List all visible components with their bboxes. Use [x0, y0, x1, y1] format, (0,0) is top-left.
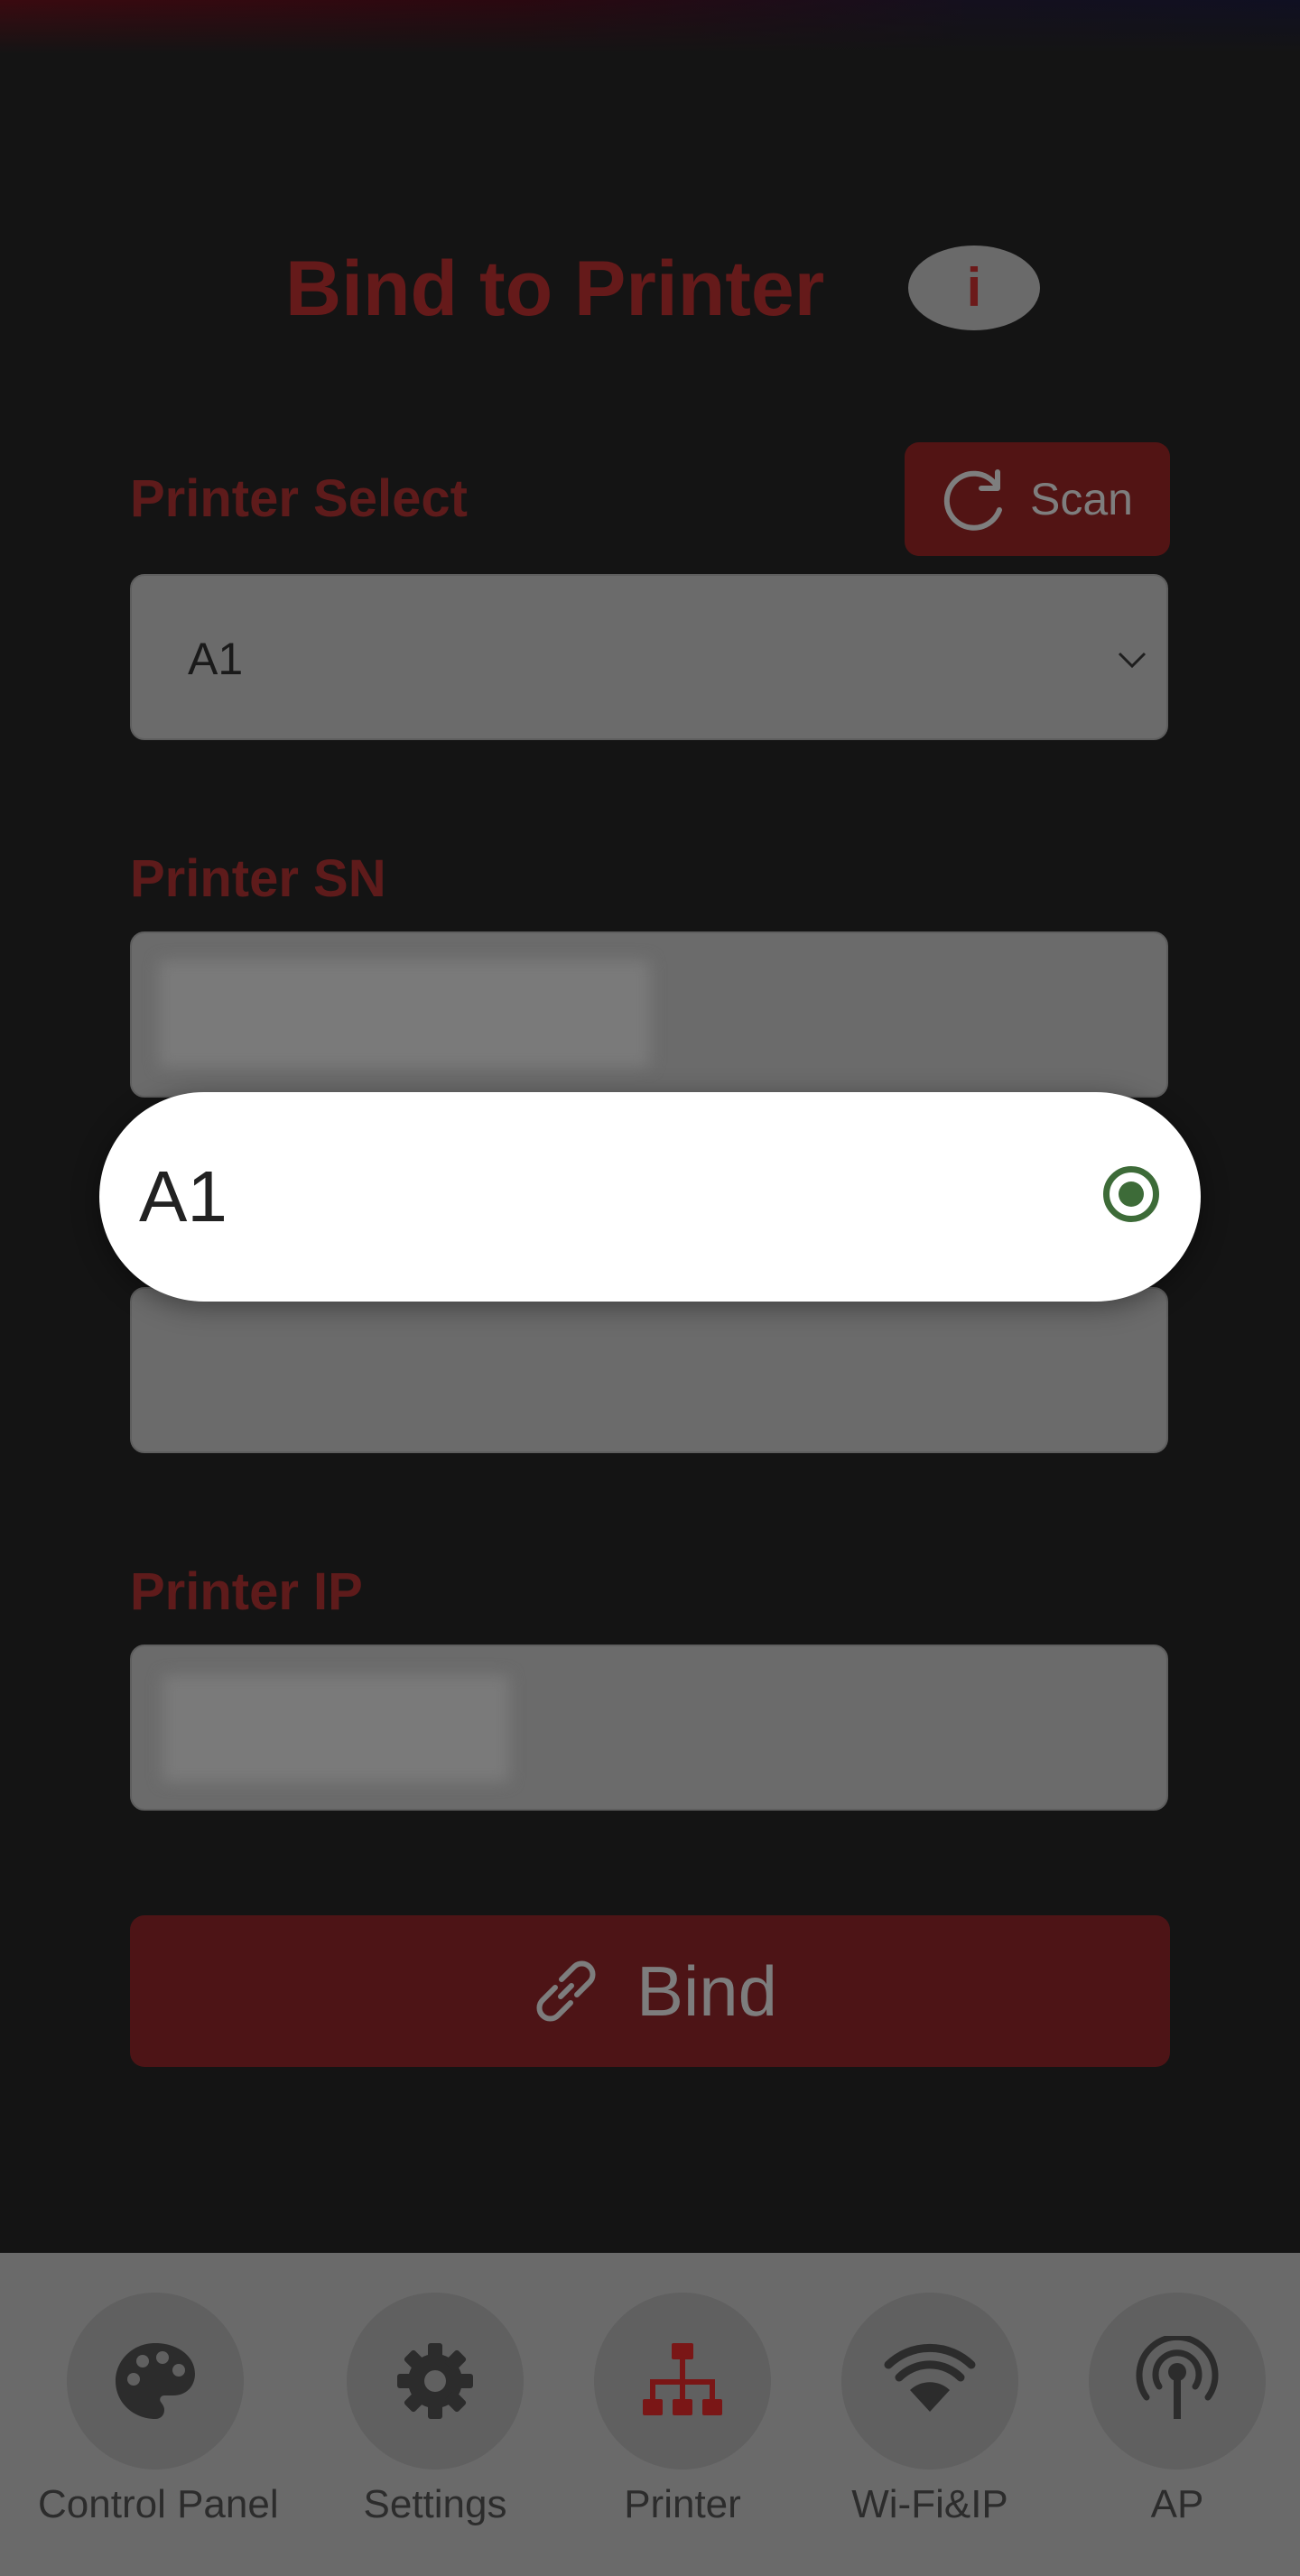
printer-ip-input[interactable]	[130, 1645, 1168, 1811]
printer-select-dropdown[interactable]: A1	[130, 574, 1168, 740]
printer-ip-label: Printer IP	[130, 1562, 363, 1621]
radio-selected-icon[interactable]	[1103, 1166, 1159, 1222]
nav-label-wifi: Wi-Fi&IP	[851, 2482, 1008, 2526]
chevron-down-icon	[1118, 652, 1147, 669]
info-button[interactable]: i	[908, 246, 1040, 330]
popup-option-label: A1	[139, 1156, 228, 1237]
printer-sn-input[interactable]	[130, 931, 1168, 1098]
nav-item-printer[interactable]: Printer	[565, 2293, 800, 2527]
gear-icon	[397, 2343, 473, 2419]
printer-select-label: Printer Select	[130, 469, 468, 528]
nav-icon-circle	[67, 2293, 244, 2469]
printer-sn-redacted	[159, 960, 650, 1067]
nav-icon-circle	[1089, 2293, 1266, 2469]
nav-label-ap: AP	[1150, 2482, 1204, 2526]
link-icon	[536, 1960, 596, 2022]
scan-button-label: Scan	[1030, 474, 1133, 524]
antenna-icon	[1136, 2336, 1219, 2419]
nav-item-settings[interactable]: Settings	[318, 2293, 552, 2527]
network-tree-icon	[643, 2343, 722, 2415]
access-code-input[interactable]	[130, 1287, 1168, 1453]
palette-icon	[116, 2343, 195, 2419]
nav-label-settings: Settings	[363, 2482, 507, 2526]
nav-item-wifi[interactable]: Wi-Fi&IP	[812, 2293, 1047, 2527]
nav-item-control-panel[interactable]: Control Panel	[38, 2293, 279, 2527]
nav-icon-circle	[841, 2293, 1018, 2469]
bind-button[interactable]: Bind	[130, 1915, 1170, 2067]
wifi-icon	[884, 2343, 976, 2412]
bind-button-label: Bind	[636, 1951, 778, 2031]
printer-ip-redacted	[162, 1675, 509, 1782]
printer-sn-label: Printer SN	[130, 849, 386, 908]
nav-label-control-panel: Control Panel	[38, 2482, 279, 2526]
printer-select-value: A1	[188, 634, 244, 684]
nav-icon-circle	[347, 2293, 524, 2469]
nav-icon-circle	[594, 2293, 771, 2469]
info-icon: i	[966, 257, 982, 318]
printer-option-popup[interactable]: A1	[99, 1092, 1201, 1302]
top-gradient	[0, 0, 1300, 54]
page-title: Bind to Printer	[285, 246, 825, 332]
bottom-nav: Control Panel Settings Printer Wi-Fi&IP …	[0, 2253, 1300, 2576]
nav-label-printer: Printer	[624, 2482, 741, 2526]
nav-item-ap[interactable]: AP	[1060, 2293, 1295, 2527]
refresh-icon	[943, 469, 1003, 531]
scan-button[interactable]: Scan	[905, 442, 1170, 556]
